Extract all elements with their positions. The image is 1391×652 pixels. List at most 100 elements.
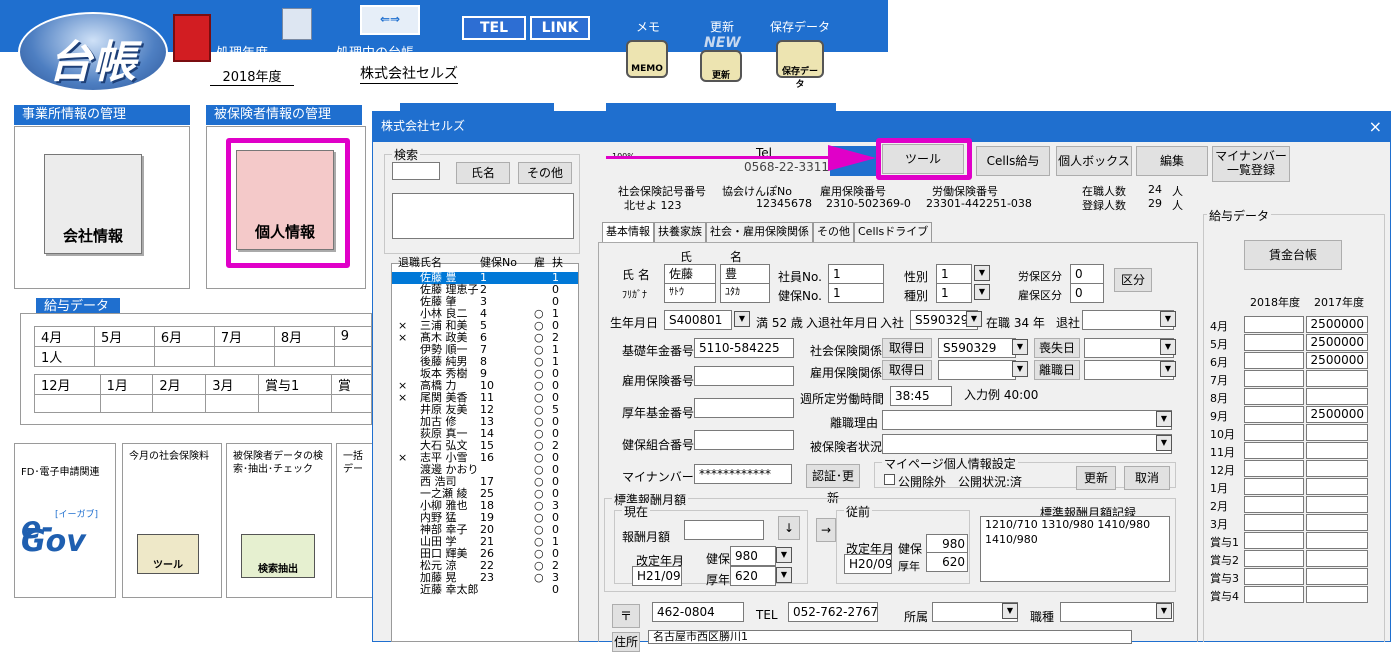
mypage-cancel-button[interactable]: 取消 — [1124, 466, 1170, 490]
cells-salary-button[interactable]: Cells給与 — [976, 146, 1050, 176]
egov-logo[interactable]: e-Gov — [21, 514, 109, 557]
employee-list-body[interactable]: 佐藤 豊 1 1 佐藤 理恵子 2 0 佐藤 肇 3 0 小林 良二 4 ○ 1 × 三浦 和美 5 ○ 0 × 髙木… — [392, 272, 578, 596]
tool-icon[interactable]: ツール — [137, 534, 199, 574]
company-info-button[interactable]: 会社情報 — [44, 154, 142, 254]
salary-2017-cell[interactable]: 2500000 — [1306, 334, 1368, 351]
address-button[interactable]: 住所 — [612, 632, 640, 652]
fd-card[interactable]: FD･電子申請関連 [イーガブ] e-Gov — [14, 443, 116, 598]
kyu-cell[interactable] — [330, 394, 373, 413]
salary-2018-cell[interactable] — [1244, 424, 1304, 441]
wage-ledger-button[interactable]: 賃金台帳 — [1244, 240, 1342, 270]
exclude-checkbox[interactable] — [884, 474, 895, 485]
kyu-cell[interactable] — [213, 346, 275, 367]
link-button[interactable]: LINK — [530, 16, 590, 40]
bulk-card[interactable]: 一括デー — [336, 443, 376, 598]
employee-row[interactable]: 近藤 幸太郎 0 — [392, 584, 578, 596]
kyu-cell[interactable] — [93, 346, 155, 367]
personal-box-button[interactable]: 個人ボックス — [1056, 146, 1132, 176]
kyu-cell[interactable] — [205, 394, 259, 413]
save-data-icon[interactable]: 保存データ — [776, 40, 824, 90]
kubun-button[interactable]: 区分 — [1114, 268, 1152, 292]
salary-2018-cell[interactable] — [1244, 550, 1304, 567]
leave-date-button[interactable]: 離職日 — [1034, 360, 1080, 380]
pension-input[interactable]: 5110-584225 — [694, 338, 794, 358]
search-input[interactable] — [392, 162, 440, 180]
salary-2018-cell[interactable] — [1244, 370, 1304, 387]
salary-2017-cell[interactable] — [1306, 514, 1368, 531]
pay-record-box[interactable]: 1210/710 1310/980 1410/980 1410/980 — [980, 516, 1170, 582]
swap-icon[interactable]: ⇐⇒ — [360, 5, 420, 35]
sei-input[interactable]: 佐藤 — [664, 264, 716, 284]
shaho-date-select[interactable]: S590329 — [938, 338, 1016, 358]
salary-2017-cell[interactable] — [1306, 568, 1368, 585]
kosei-amount-dropdown[interactable]: ▼ — [776, 567, 792, 583]
salary-2017-cell[interactable] — [1306, 442, 1368, 459]
kind-dropdown[interactable]: ▼ — [974, 284, 990, 300]
prev-kosei-amount[interactable]: 620 — [926, 552, 968, 572]
salary-2018-cell[interactable] — [1244, 442, 1304, 459]
kind-select[interactable]: 1 — [936, 283, 972, 303]
shaho-dropdown[interactable]: ▼ — [1012, 339, 1028, 355]
rosai-input[interactable]: 0 — [1070, 264, 1104, 284]
tab-2[interactable]: 社会・雇用保険関係 — [706, 222, 813, 242]
salary-2017-cell[interactable] — [1306, 532, 1368, 549]
reason-select[interactable] — [882, 410, 1172, 430]
salary-2018-cell[interactable] — [1244, 532, 1304, 549]
salary-2017-cell[interactable]: 2500000 — [1306, 316, 1368, 333]
tab-4[interactable]: Cellsドライブ — [854, 222, 933, 242]
koyo-date-select[interactable] — [938, 360, 1016, 380]
tab-3[interactable]: その他 — [813, 222, 854, 242]
in-date-dropdown[interactable]: ▼ — [966, 311, 982, 327]
tel-button[interactable]: TEL — [462, 16, 526, 40]
edit-button[interactable]: 編集 — [1136, 146, 1208, 176]
salary-2017-cell[interactable] — [1306, 424, 1368, 441]
kosei-input[interactable] — [694, 398, 794, 418]
search-result-box[interactable] — [392, 193, 574, 239]
salary-2017-cell[interactable] — [1306, 388, 1368, 405]
other-search-button[interactable]: その他 — [518, 162, 572, 184]
calendar-icon[interactable] — [282, 8, 312, 40]
salary-2017-cell[interactable] — [1306, 496, 1368, 513]
hours-input[interactable]: 38:45 — [890, 386, 952, 406]
salary-2017-cell[interactable]: 2500000 — [1306, 352, 1368, 369]
koyo-no-input[interactable] — [694, 366, 794, 386]
salary-2017-cell[interactable] — [1306, 586, 1368, 603]
update-icon[interactable]: 更新 — [700, 50, 742, 82]
leave-date-dropdown[interactable]: ▼ — [1160, 361, 1176, 377]
kenpo-no-input[interactable]: 1 — [828, 283, 884, 303]
name-search-button[interactable]: 氏名 — [456, 162, 510, 184]
salary-2018-cell[interactable] — [1244, 514, 1304, 531]
kyu-count[interactable]: 1人 — [34, 346, 95, 367]
salary-2018-cell[interactable] — [1244, 388, 1304, 405]
search-card[interactable]: 被保険者データの検索･抽出･チェック 検索抽出 — [226, 443, 332, 598]
koyo-date-dropdown[interactable]: ▼ — [1012, 361, 1028, 377]
salary-2018-cell[interactable] — [1244, 334, 1304, 351]
kyu-cell[interactable] — [99, 394, 154, 413]
loss-date-dropdown[interactable]: ▼ — [1160, 339, 1176, 355]
reason-dropdown[interactable]: ▼ — [1156, 411, 1172, 427]
zip-button[interactable]: 〒 — [612, 604, 640, 628]
salary-2018-cell[interactable] — [1244, 478, 1304, 495]
revision-input[interactable]: H21/09 — [632, 566, 682, 586]
salary-2018-cell[interactable] — [1244, 316, 1304, 333]
salary-2018-cell[interactable] — [1244, 496, 1304, 513]
out-date-dropdown[interactable]: ▼ — [1160, 311, 1176, 327]
job-dropdown[interactable]: ▼ — [1156, 603, 1172, 619]
prev-kenpo-amount[interactable]: 980 — [926, 534, 968, 554]
status-dropdown[interactable]: ▼ — [1156, 435, 1172, 451]
employee-list[interactable]: 退職 氏名 健保No 雇扶 佐藤 豊 1 1 佐藤 理恵子 2 0 佐藤 肇 3 0 小林 良二 4 ○ 1 ×… — [391, 256, 579, 642]
down-button[interactable]: ↓ — [778, 516, 800, 540]
kana-sei-input[interactable]: ｻﾄｳ — [664, 283, 716, 303]
fee-input[interactable] — [684, 520, 764, 540]
salary-2017-cell[interactable] — [1306, 370, 1368, 387]
dept-dropdown[interactable]: ▼ — [1002, 603, 1018, 619]
sex-select[interactable]: 1 — [936, 264, 972, 284]
salary-2018-cell[interactable] — [1244, 352, 1304, 369]
ledger-value[interactable]: 株式会社セルズ — [360, 63, 458, 84]
zip-input[interactable]: 462-0804 — [652, 602, 744, 622]
mypage-update-button[interactable]: 更新 — [1076, 466, 1116, 490]
kyu-cell[interactable] — [152, 394, 207, 413]
salary-2018-cell[interactable] — [1244, 586, 1304, 603]
salary-2018-cell[interactable] — [1244, 568, 1304, 585]
salary-2017-cell[interactable]: 2500000 — [1306, 406, 1368, 423]
